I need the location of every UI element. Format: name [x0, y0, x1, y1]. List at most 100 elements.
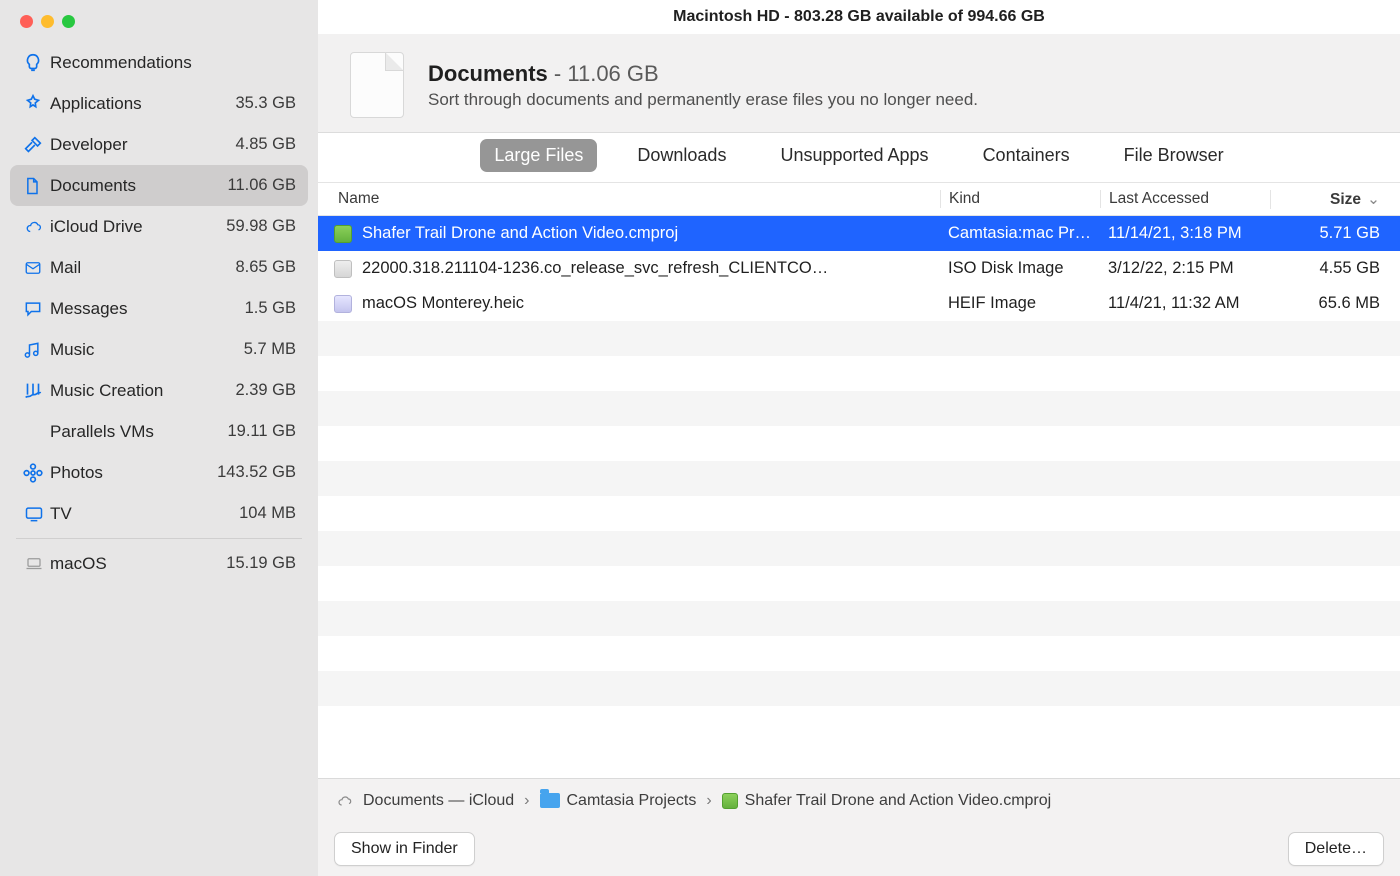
sidebar-item-developer[interactable]: Developer 4.85 GB [10, 124, 308, 165]
table-row-empty [318, 566, 1400, 601]
sidebar-item-label: Messages [50, 299, 245, 319]
table-row-empty [318, 636, 1400, 671]
camtasia-icon [334, 225, 352, 243]
minimize-icon[interactable] [41, 15, 54, 28]
sidebar-item-size: 5.7 MB [244, 340, 296, 359]
tab-unsupported-apps[interactable]: Unsupported Apps [766, 139, 942, 172]
breadcrumb-label: Documents — iCloud [363, 792, 514, 810]
breadcrumb-label: Shafer Trail Drone and Action Video.cmpr… [745, 792, 1052, 810]
folder-icon [540, 793, 560, 808]
table-header: Name Kind Last Accessed Size⌄ [318, 182, 1400, 216]
cell-kind: Camtasia:mac Pr… [940, 224, 1100, 243]
category-header: Documents - 11.06 GB Sort through docume… [318, 34, 1400, 133]
breadcrumb-item[interactable]: Documents — iCloud [334, 792, 514, 810]
column-name[interactable]: Name [334, 190, 940, 208]
chevron-down-icon: ⌄ [1367, 191, 1380, 208]
sidebar-item-label: Music [50, 340, 244, 360]
show-in-finder-button[interactable]: Show in Finder [334, 832, 475, 866]
sidebar-item-size: 104 MB [239, 504, 296, 523]
cloud-icon [22, 218, 50, 236]
sidebar-item-tv[interactable]: TV 104 MB [10, 493, 308, 534]
table-row[interactable]: macOS Monterey.heic HEIF Image 11/4/21, … [318, 286, 1400, 321]
sidebar-item-mail[interactable]: Mail 8.65 GB [10, 247, 308, 288]
iso-icon [334, 260, 352, 278]
window-title: Macintosh HD - 803.28 GB available of 99… [318, 0, 1400, 34]
sidebar-item-label: Developer [50, 135, 235, 155]
cell-last-accessed: 3/12/22, 2:15 PM [1100, 259, 1270, 278]
sidebar-item-music-creation[interactable]: Music Creation 2.39 GB [10, 370, 308, 411]
sidebar: Recommendations Applications 35.3 GB Dev… [0, 0, 318, 876]
cell-size: 5.71 GB [1270, 224, 1380, 243]
cell-kind: ISO Disk Image [940, 259, 1100, 278]
chevron-right-icon: › [706, 792, 711, 810]
tab-containers[interactable]: Containers [969, 139, 1084, 172]
column-size[interactable]: Size⌄ [1270, 190, 1380, 209]
category-subtitle: Sort through documents and permanently e… [428, 90, 1376, 110]
sidebar-item-label: Music Creation [50, 381, 235, 401]
sidebar-item-size: 35.3 GB [235, 94, 296, 113]
sidebar-item-documents[interactable]: Documents 11.06 GB [10, 165, 308, 206]
chevron-right-icon: › [524, 792, 529, 810]
sidebar-item-size: 4.85 GB [235, 135, 296, 154]
sidebar-item-size: 2.39 GB [235, 381, 296, 400]
tab-large-files[interactable]: Large Files [480, 139, 597, 172]
sidebar-list: Recommendations Applications 35.3 GB Dev… [10, 42, 308, 534]
table-row[interactable]: 22000.318.211104-1236.co_release_svc_ref… [318, 251, 1400, 286]
sidebar-item-size: 1.5 GB [245, 299, 296, 318]
sidebar-item-size: 19.11 GB [228, 422, 297, 441]
sidebar-item-label: Mail [50, 258, 235, 278]
table-row-empty [318, 531, 1400, 566]
close-icon[interactable] [20, 15, 33, 28]
path-bar: Documents — iCloud › Camtasia Projects › Sha… [318, 778, 1400, 822]
sidebar-item-size: 11.06 GB [228, 176, 297, 195]
sidebar-item-parallels-vms[interactable]: Parallels VMs 19.11 GB [10, 411, 308, 452]
sidebar-bottom: macOS 15.19 GB [10, 543, 308, 584]
table-row[interactable]: Shafer Trail Drone and Action Video.cmpr… [318, 216, 1400, 251]
sidebar-item-label: Documents [50, 176, 228, 196]
tab-file-browser[interactable]: File Browser [1110, 139, 1238, 172]
mail-icon [22, 259, 50, 277]
flower-icon [22, 462, 50, 484]
file-table[interactable]: Shafer Trail Drone and Action Video.cmpr… [318, 216, 1400, 778]
table-row-empty [318, 321, 1400, 356]
cell-name: macOS Monterey.heic [334, 294, 940, 313]
cell-size: 65.6 MB [1270, 294, 1380, 313]
bulb-icon [22, 52, 50, 74]
sidebar-item-label: macOS [50, 554, 226, 574]
sidebar-item-macos[interactable]: macOS 15.19 GB [10, 543, 308, 584]
sidebar-item-music[interactable]: Music 5.7 MB [10, 329, 308, 370]
camtasia-icon [722, 793, 738, 809]
sidebar-item-size: 15.19 GB [226, 554, 296, 573]
table-row-empty [318, 391, 1400, 426]
column-last-accessed[interactable]: Last Accessed [1100, 190, 1270, 208]
tab-bar: Large Files Downloads Unsupported Apps Cont… [318, 133, 1400, 182]
sidebar-item-recommendations[interactable]: Recommendations [10, 42, 308, 83]
breadcrumb-item[interactable]: Camtasia Projects [540, 792, 697, 810]
hammer-icon [22, 134, 50, 156]
cell-last-accessed: 11/14/21, 3:18 PM [1100, 224, 1270, 243]
chat-icon [22, 299, 50, 319]
table-row-empty [318, 461, 1400, 496]
sidebar-item-icloud-drive[interactable]: iCloud Drive 59.98 GB [10, 206, 308, 247]
sidebar-item-label: Applications [50, 94, 235, 114]
column-kind[interactable]: Kind [940, 190, 1100, 208]
sidebar-item-applications[interactable]: Applications 35.3 GB [10, 83, 308, 124]
sidebar-item-label: Recommendations [50, 53, 296, 73]
table-row-empty [318, 426, 1400, 461]
breadcrumb-item[interactable]: Shafer Trail Drone and Action Video.cmpr… [722, 792, 1052, 810]
sidebar-item-label: TV [50, 504, 239, 524]
delete-button[interactable]: Delete… [1288, 832, 1384, 866]
cell-kind: HEIF Image [940, 294, 1100, 313]
tv-icon [22, 504, 50, 524]
sidebar-item-photos[interactable]: Photos 143.52 GB [10, 452, 308, 493]
zoom-icon[interactable] [62, 15, 75, 28]
table-row-empty [318, 601, 1400, 636]
sidebar-item-label: Photos [50, 463, 217, 483]
tab-downloads[interactable]: Downloads [623, 139, 740, 172]
table-row-empty [318, 671, 1400, 706]
file-name: Shafer Trail Drone and Action Video.cmpr… [362, 224, 678, 243]
sidebar-item-messages[interactable]: Messages 1.5 GB [10, 288, 308, 329]
category-name: Documents [428, 61, 548, 86]
laptop-icon [22, 555, 50, 573]
document-icon [350, 52, 404, 118]
